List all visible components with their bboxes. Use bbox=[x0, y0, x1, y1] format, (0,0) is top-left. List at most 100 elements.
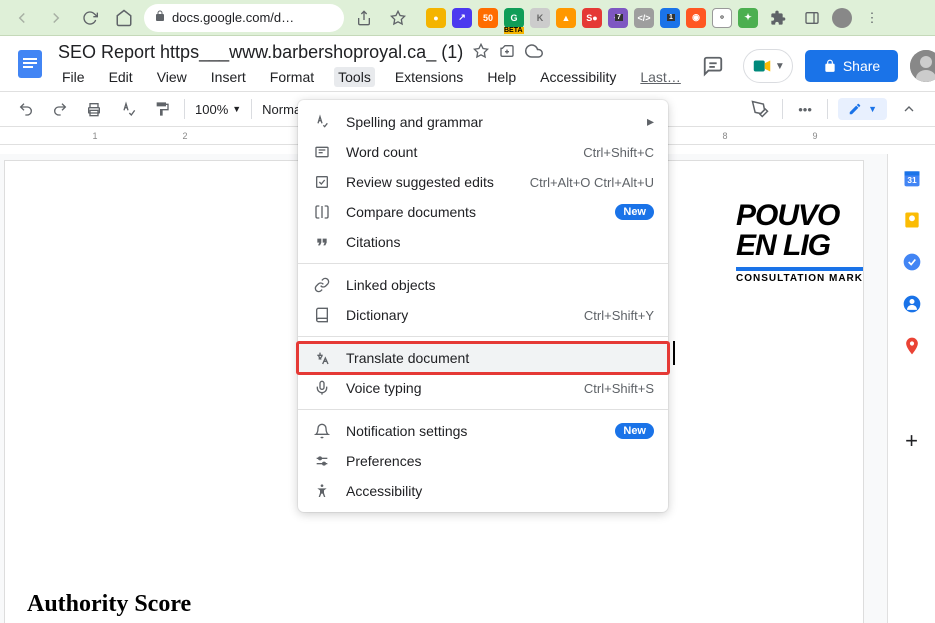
citations-icon bbox=[312, 234, 332, 250]
word-count-icon bbox=[312, 144, 332, 160]
menu-file[interactable]: File bbox=[58, 67, 89, 87]
accessibility-icon bbox=[312, 483, 332, 499]
comments-icon[interactable] bbox=[695, 48, 731, 84]
docs-header: SEO Report https___www.barbershoproyal.c… bbox=[0, 36, 935, 87]
menu-insert[interactable]: Insert bbox=[207, 67, 250, 87]
bell-icon bbox=[312, 423, 332, 439]
forward-button[interactable] bbox=[42, 4, 70, 32]
menu-edit[interactable]: Edit bbox=[105, 67, 137, 87]
ext-icon[interactable]: ◉ bbox=[686, 8, 706, 28]
address-bar[interactable]: docs.google.com/d… bbox=[144, 4, 344, 32]
account-avatar[interactable] bbox=[910, 50, 935, 82]
share-label: Share bbox=[843, 58, 880, 74]
home-button[interactable] bbox=[110, 4, 138, 32]
document-title[interactable]: SEO Report https___www.barbershoproyal.c… bbox=[58, 42, 463, 63]
new-badge: New bbox=[615, 204, 654, 220]
menu-voice-typing[interactable]: Voice typing Ctrl+Shift+S bbox=[298, 373, 668, 403]
menu-preferences[interactable]: Preferences bbox=[298, 446, 668, 476]
contacts-icon[interactable] bbox=[902, 294, 922, 314]
ext-icon[interactable]: ↗ bbox=[452, 8, 472, 28]
menu-review-edits[interactable]: Review suggested edits Ctrl+Alt+O Ctrl+A… bbox=[298, 167, 668, 197]
menu-accessibility[interactable]: Accessibility bbox=[536, 67, 620, 87]
extension-row: ● ↗ 50 GBETA K ▲ S● ◆7 </> ◔1 ◉ ⚬ ✦ ⋮ bbox=[426, 4, 886, 32]
browser-toolbar: docs.google.com/d… ● ↗ 50 GBETA K ▲ S● ◆… bbox=[0, 0, 935, 36]
extensions-icon[interactable] bbox=[764, 4, 792, 32]
menu-tools[interactable]: Tools bbox=[334, 67, 375, 87]
share-url-icon[interactable] bbox=[350, 4, 378, 32]
print-icon[interactable] bbox=[82, 97, 106, 121]
star-icon[interactable] bbox=[473, 43, 489, 62]
menu-word-count[interactable]: Word count Ctrl+Shift+C bbox=[298, 137, 668, 167]
add-on-plus-icon[interactable]: + bbox=[905, 428, 918, 454]
menu-extensions[interactable]: Extensions bbox=[391, 67, 467, 87]
ext-icon[interactable]: </> bbox=[634, 8, 654, 28]
chevron-right-icon: ▸ bbox=[647, 113, 654, 130]
move-icon[interactable] bbox=[499, 43, 515, 62]
more-icon[interactable]: ••• bbox=[793, 97, 817, 121]
spellcheck-icon[interactable] bbox=[116, 97, 140, 121]
lock-icon bbox=[154, 10, 166, 25]
translate-icon bbox=[312, 350, 332, 366]
ext-icon[interactable]: ◔1 bbox=[660, 8, 680, 28]
meet-button[interactable]: ▼ bbox=[743, 49, 793, 83]
menu-accessibility-tools[interactable]: Accessibility bbox=[298, 476, 668, 506]
lock-icon bbox=[823, 59, 837, 73]
menu-view[interactable]: View bbox=[153, 67, 191, 87]
paint-format-icon[interactable] bbox=[150, 97, 174, 121]
collapse-icon[interactable] bbox=[897, 97, 921, 121]
heading-authority-score: Authority Score bbox=[27, 591, 191, 618]
ext-icon[interactable]: S● bbox=[582, 8, 602, 28]
menu-compare-documents[interactable]: Compare documents New bbox=[298, 197, 668, 227]
highlight-icon[interactable] bbox=[748, 97, 772, 121]
side-panel: 31 + bbox=[887, 154, 935, 623]
spellcheck-icon bbox=[312, 114, 332, 130]
ext-icon[interactable]: ✦ bbox=[738, 8, 758, 28]
menu-linked-objects[interactable]: Linked objects bbox=[298, 270, 668, 300]
bookmark-star-icon[interactable] bbox=[384, 4, 412, 32]
dictionary-icon bbox=[312, 307, 332, 323]
maps-icon[interactable] bbox=[902, 336, 922, 356]
cloud-icon[interactable] bbox=[525, 42, 543, 63]
docs-logo-icon[interactable] bbox=[12, 46, 48, 82]
compare-icon bbox=[312, 204, 332, 220]
menu-help[interactable]: Help bbox=[483, 67, 520, 87]
ext-icon[interactable]: ▲ bbox=[556, 8, 576, 28]
tasks-icon[interactable] bbox=[902, 252, 922, 272]
menu-citations[interactable]: Citations bbox=[298, 227, 668, 257]
text-cursor bbox=[673, 341, 675, 365]
browser-menu-icon[interactable]: ⋮ bbox=[858, 4, 886, 32]
ext-icon[interactable]: ◆7 bbox=[608, 8, 628, 28]
url-text: docs.google.com/d… bbox=[172, 10, 294, 25]
link-icon bbox=[312, 277, 332, 293]
ext-icon[interactable]: ● bbox=[426, 8, 446, 28]
keep-icon[interactable] bbox=[902, 210, 922, 230]
microphone-icon bbox=[312, 380, 332, 396]
menu-notification-settings[interactable]: Notification settings New bbox=[298, 416, 668, 446]
ext-icon[interactable]: GBETA bbox=[504, 8, 524, 28]
share-button[interactable]: Share bbox=[805, 50, 898, 82]
pencil-icon bbox=[848, 102, 862, 116]
tools-dropdown: Spelling and grammar ▸ Word count Ctrl+S… bbox=[298, 100, 668, 512]
ext-icon[interactable]: K bbox=[530, 8, 550, 28]
redo-icon[interactable] bbox=[48, 97, 72, 121]
preferences-icon bbox=[312, 453, 332, 469]
svg-text:31: 31 bbox=[907, 175, 917, 185]
zoom-selector[interactable]: 100% ▼ bbox=[195, 102, 241, 117]
menu-bar: File Edit View Insert Format Tools Exten… bbox=[58, 67, 685, 87]
editing-mode-button[interactable]: ▼ bbox=[838, 98, 887, 120]
ext-icon[interactable]: ⚬ bbox=[712, 8, 732, 28]
menu-format[interactable]: Format bbox=[266, 67, 318, 87]
ext-icon[interactable]: 50 bbox=[478, 8, 498, 28]
profile-avatar[interactable] bbox=[832, 8, 852, 28]
menu-dictionary[interactable]: Dictionary Ctrl+Shift+Y bbox=[298, 300, 668, 330]
menu-translate-document[interactable]: Translate document bbox=[298, 343, 668, 373]
back-button[interactable] bbox=[8, 4, 36, 32]
review-icon bbox=[312, 174, 332, 190]
logo-image: POUVO EN LIG CONSULTATION MARK bbox=[736, 201, 863, 284]
reload-button[interactable] bbox=[76, 4, 104, 32]
undo-icon[interactable] bbox=[14, 97, 38, 121]
calendar-icon[interactable]: 31 bbox=[902, 168, 922, 188]
menu-spelling-grammar[interactable]: Spelling and grammar ▸ bbox=[298, 106, 668, 137]
menu-last-edit[interactable]: Last… bbox=[636, 67, 684, 87]
side-panel-icon[interactable] bbox=[798, 4, 826, 32]
